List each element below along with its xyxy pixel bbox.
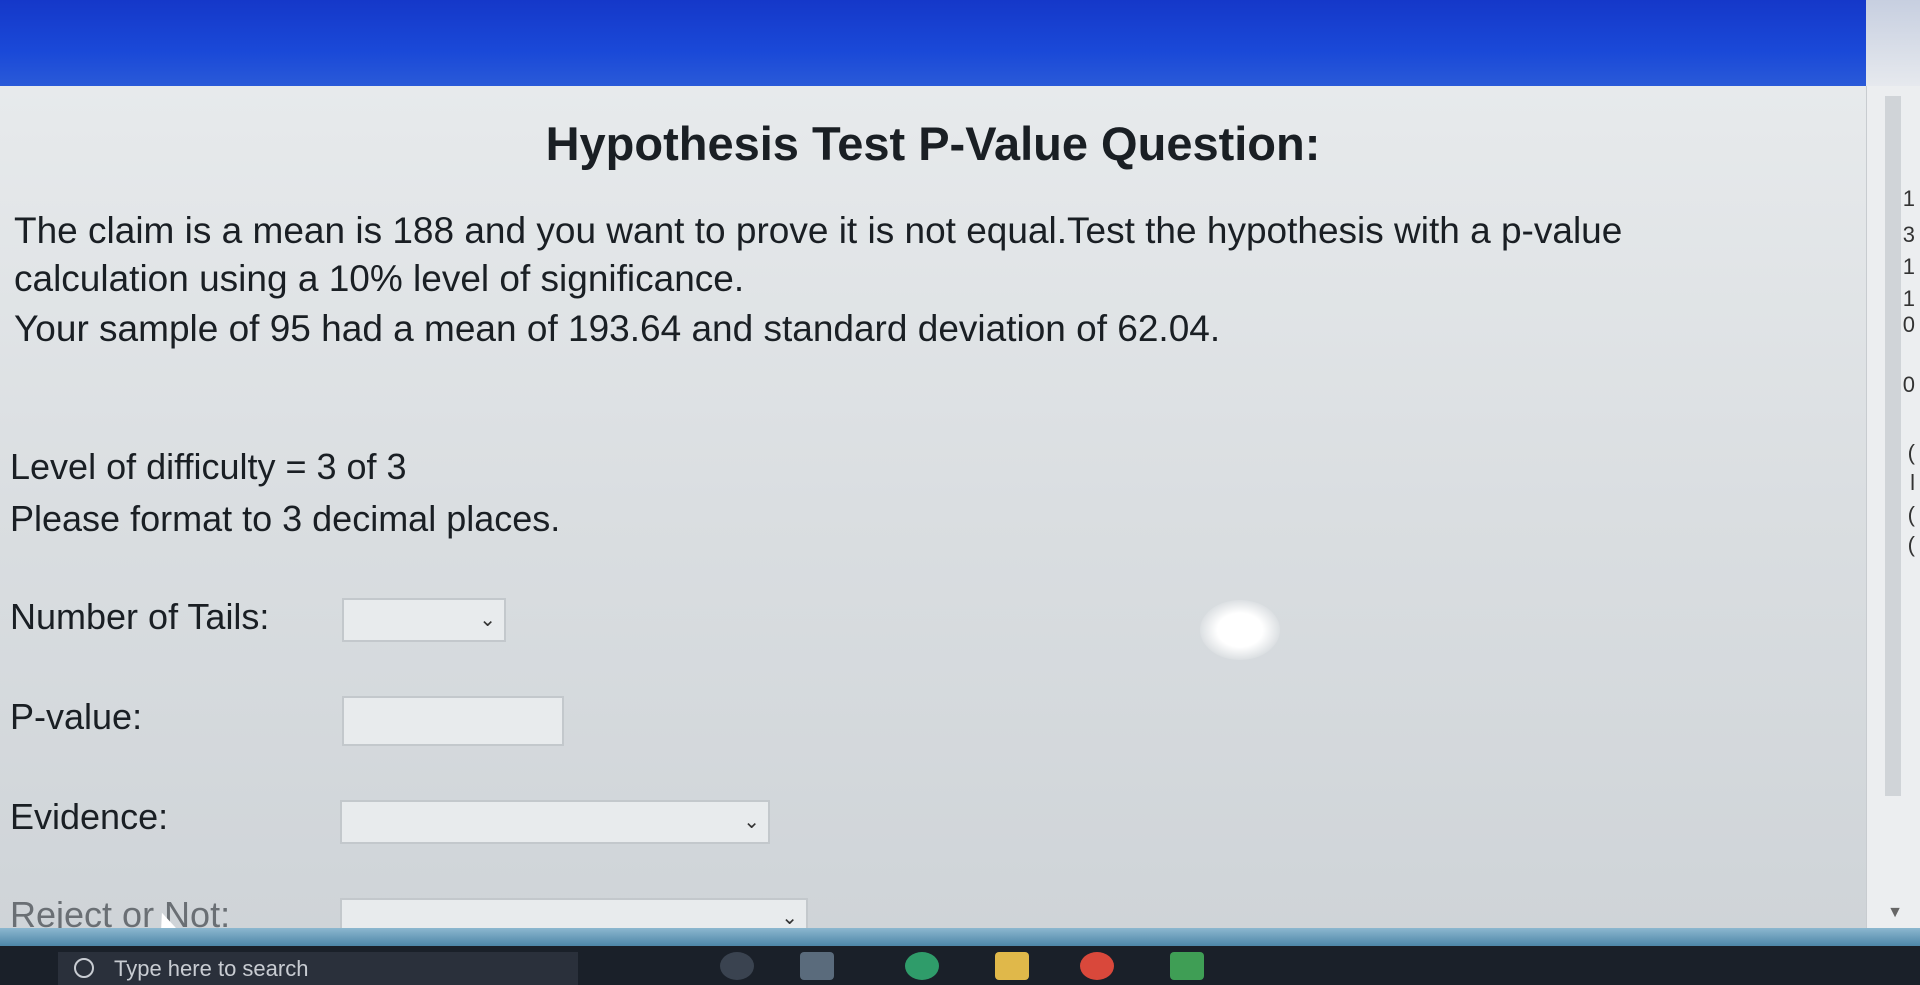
taskbar-search[interactable]: Type here to search bbox=[58, 952, 578, 985]
taskbar-app-icon[interactable] bbox=[720, 952, 754, 980]
question-line-2: calculation using a 10% level of signifi… bbox=[14, 258, 745, 299]
search-placeholder: Type here to search bbox=[114, 956, 309, 981]
excel-icon[interactable] bbox=[1170, 952, 1204, 980]
question-line-1: The claim is a mean is 188 and you want … bbox=[14, 210, 1623, 251]
task-view-icon[interactable] bbox=[800, 952, 834, 980]
side-digit: 0 bbox=[1902, 312, 1915, 337]
chrome-icon[interactable] bbox=[1080, 952, 1114, 980]
side-digit: l bbox=[1910, 470, 1915, 495]
evidence-label: Evidence: bbox=[10, 796, 169, 837]
format-note: Please format to 3 decimal places. bbox=[10, 498, 561, 539]
screen-glare bbox=[1200, 600, 1280, 660]
side-digit: 1 bbox=[1902, 254, 1915, 279]
question-line-3: Your sample of 95 had a mean of 193.64 a… bbox=[14, 308, 1221, 349]
vertical-scrollbar[interactable]: 1 3 1 1 0 0 ( l ( ( ▼ bbox=[1866, 86, 1920, 928]
header-corner bbox=[1866, 0, 1920, 86]
side-digit: ( bbox=[1907, 532, 1915, 557]
window-header-bar bbox=[0, 0, 1866, 86]
scroll-thumb[interactable] bbox=[1885, 96, 1901, 796]
side-digit: ( bbox=[1907, 502, 1915, 527]
side-digit: 1 bbox=[1902, 286, 1915, 311]
reject-select[interactable]: ⌄ bbox=[340, 898, 808, 928]
side-digit: 1 bbox=[1902, 186, 1915, 211]
window-bottom-edge bbox=[0, 928, 1920, 946]
search-icon bbox=[74, 958, 94, 978]
taskbar: Type here to search bbox=[0, 946, 1920, 985]
edge-browser-icon[interactable] bbox=[905, 952, 939, 980]
pvalue-input[interactable] bbox=[342, 696, 564, 746]
scroll-down-arrow-icon[interactable]: ▼ bbox=[1887, 904, 1903, 922]
tails-label: Number of Tails: bbox=[10, 596, 270, 637]
question-panel: Hypothesis Test P-Value Question: The cl… bbox=[0, 86, 1866, 939]
file-explorer-icon[interactable] bbox=[995, 952, 1029, 980]
page-title: Hypothesis Test P-Value Question: bbox=[545, 117, 1321, 170]
chevron-down-icon: ⌄ bbox=[743, 811, 760, 833]
side-digit: 3 bbox=[1902, 222, 1915, 247]
evidence-select[interactable]: ⌄ bbox=[340, 800, 770, 844]
side-digit: ( bbox=[1907, 440, 1915, 465]
pvalue-label: P-value: bbox=[10, 696, 143, 737]
difficulty-text: Level of difficulty = 3 of 3 bbox=[10, 446, 407, 487]
tails-select[interactable]: ⌄ bbox=[342, 598, 506, 642]
side-digit: 0 bbox=[1902, 372, 1915, 397]
chevron-down-icon: ⌄ bbox=[781, 907, 798, 929]
chevron-down-icon: ⌄ bbox=[479, 609, 496, 631]
